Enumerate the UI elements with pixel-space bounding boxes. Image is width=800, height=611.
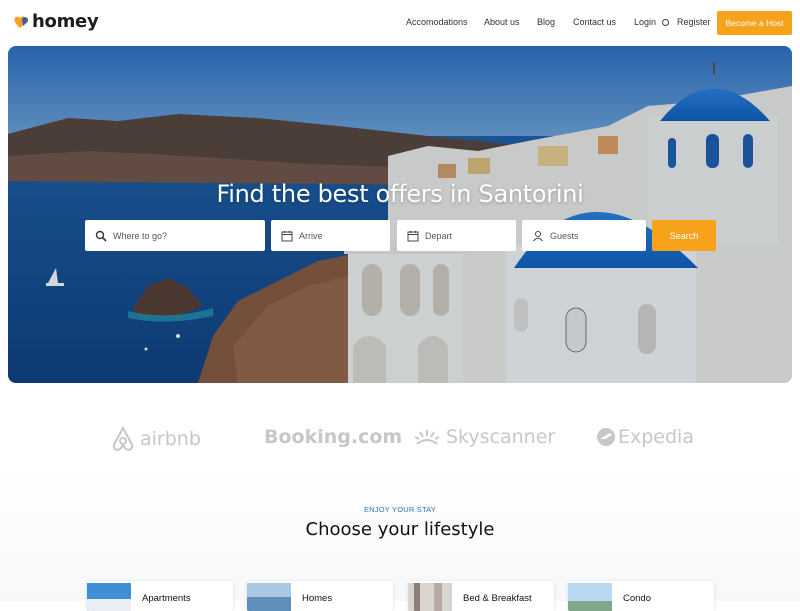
skyscanner-wordmark: Skyscanner (446, 426, 556, 448)
lifestyle-card-apartments[interactable]: Apartments (87, 581, 233, 611)
login-link[interactable]: Login (634, 17, 656, 27)
airbnb-icon (112, 426, 134, 451)
become-host-button[interactable]: Become a Host (717, 11, 792, 35)
brand-logo[interactable]: homey (13, 11, 99, 32)
partner-airbnb[interactable]: airbnb (111, 426, 201, 452)
card-label: Apartments (142, 593, 191, 604)
nav-link-about-us[interactable]: About us (484, 17, 520, 27)
user-circle-icon (662, 19, 669, 26)
condo-thumbnail (568, 583, 612, 611)
santorini-hero-image (8, 46, 792, 383)
lifestyle-card-bed-breakfast[interactable]: Bed & Breakfast (408, 581, 554, 611)
search-button[interactable]: Search (652, 220, 716, 251)
bed-breakfast-thumbnail (408, 583, 452, 611)
card-label: Homes (302, 593, 333, 604)
hero-title: Find the best offers in Santorini (216, 180, 584, 208)
depart-placeholder: Depart (425, 230, 453, 241)
where-to-go-input[interactable]: Where to go? (85, 220, 265, 251)
section-title: Choose your lifestyle (305, 519, 495, 540)
nav-link-blog[interactable]: Blog (537, 17, 555, 27)
top-navigation: homey Accomodations About us Blog Contac… (0, 0, 800, 46)
booking-wordmark: Booking.com (264, 426, 403, 448)
arrive-date-input[interactable]: Arrive (271, 220, 390, 251)
guests-placeholder: Guests (550, 230, 579, 241)
nav-link-accomodations[interactable]: Accomodations (406, 17, 468, 27)
depart-date-input[interactable]: Depart (397, 220, 516, 251)
expedia-globe-icon (597, 428, 615, 446)
lifestyle-card-homes[interactable]: Homes (247, 581, 393, 611)
user-icon (533, 230, 543, 241)
guests-input[interactable]: Guests (522, 220, 646, 251)
nav-link-contact-us[interactable]: Contact us (573, 17, 616, 27)
arrive-placeholder: Arrive (299, 230, 323, 241)
partner-booking[interactable]: Booking.com (264, 426, 402, 448)
heart-logo-icon (14, 15, 29, 28)
calendar-icon (281, 230, 293, 241)
card-label: Condo (623, 593, 651, 604)
lifestyle-card-condo[interactable]: Condo (568, 581, 714, 611)
partner-skyscanner[interactable]: Skyscanner (412, 426, 555, 448)
skyscanner-sunrise-icon (414, 430, 440, 445)
apartments-thumbnail (87, 583, 131, 611)
expedia-wordmark: Expedia (618, 426, 694, 448)
hero-banner: Find the best offers in Santorini Where … (8, 46, 792, 383)
section-eyebrow: ENJOY YOUR STAY (363, 505, 437, 514)
calendar-icon (407, 230, 419, 241)
register-link[interactable]: Register (677, 17, 711, 27)
where-to-go-placeholder: Where to go? (113, 230, 168, 241)
partner-logos: airbnb Booking.com Skyscanner Expedia (0, 412, 800, 462)
homes-thumbnail (247, 583, 291, 611)
search-icon (95, 230, 107, 242)
partner-expedia[interactable]: Expedia (596, 426, 694, 448)
brand-name: homey (32, 11, 99, 32)
airbnb-wordmark: airbnb (140, 428, 201, 450)
card-label: Bed & Breakfast (463, 593, 532, 604)
